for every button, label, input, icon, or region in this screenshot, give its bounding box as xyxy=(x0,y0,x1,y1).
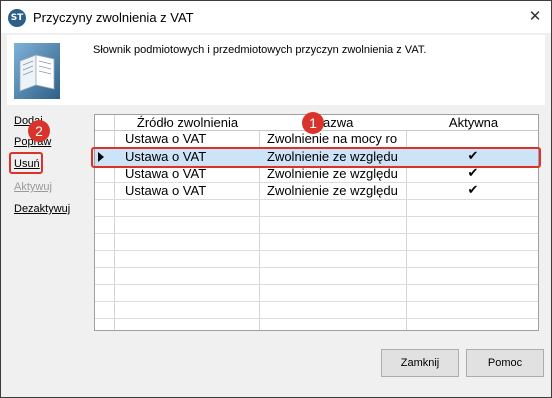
active-check-icon: ✔ xyxy=(467,166,479,181)
delete-link-highlight xyxy=(9,152,43,174)
active-check-icon xyxy=(463,131,483,147)
empty-row xyxy=(95,268,538,285)
callout-badge-1: 1 xyxy=(302,112,324,134)
header-corner xyxy=(95,115,115,131)
deactivate-link[interactable]: Dezaktywuj xyxy=(14,203,70,215)
callout-badge-2: 2 xyxy=(28,120,50,142)
cell-source: Ustawa o VAT xyxy=(125,166,207,181)
empty-row xyxy=(95,285,538,302)
dictionary-description: Słownik podmiotowych i przedmiotowych pr… xyxy=(93,44,427,56)
table-row[interactable]: Ustawa o VAT Zwolnienie ze względu ✔ xyxy=(95,183,538,200)
cell-source: Ustawa o VAT xyxy=(125,183,207,198)
table-row[interactable]: Ustawa o VAT Zwolnienie na mocy ro xyxy=(95,131,538,148)
empty-row xyxy=(95,234,538,251)
empty-row xyxy=(95,217,538,234)
app-logo-icon: ST xyxy=(8,9,26,27)
dialog-window: ST Przyczyny zwolnienia z VAT ✕ Słownik … xyxy=(0,0,552,398)
title-bar: ST Przyczyny zwolnienia z VAT ✕ xyxy=(1,1,551,33)
cell-name: Zwolnienie ze względu xyxy=(267,166,398,181)
cell-name: Zwolnienie ze względu xyxy=(267,183,398,198)
help-button[interactable]: Pomoc xyxy=(466,349,544,377)
cell-source: Ustawa o VAT xyxy=(125,131,207,146)
book-icon xyxy=(14,43,60,99)
header-source[interactable]: Źródło zwolnienia xyxy=(115,115,260,131)
window-title: Przyczyny zwolnienia z VAT xyxy=(33,10,194,25)
empty-row xyxy=(95,302,538,319)
table-row[interactable]: Ustawa o VAT Zwolnienie ze względu ✔ xyxy=(95,166,538,183)
header-active[interactable]: Aktywna xyxy=(407,115,538,131)
activate-link[interactable]: Aktywuj xyxy=(14,181,52,193)
empty-row xyxy=(95,251,538,268)
header-panel: Słownik podmiotowych i przedmiotowych pr… xyxy=(7,35,545,105)
close-window-button[interactable]: ✕ xyxy=(521,3,549,29)
active-check-icon: ✔ xyxy=(467,183,479,198)
close-button[interactable]: Zamknij xyxy=(381,349,459,377)
header-name[interactable]: Nazwa xyxy=(260,115,407,131)
cell-name: Zwolnienie na mocy ro xyxy=(267,131,398,146)
empty-row xyxy=(95,200,538,217)
selected-row-highlight xyxy=(91,147,541,168)
